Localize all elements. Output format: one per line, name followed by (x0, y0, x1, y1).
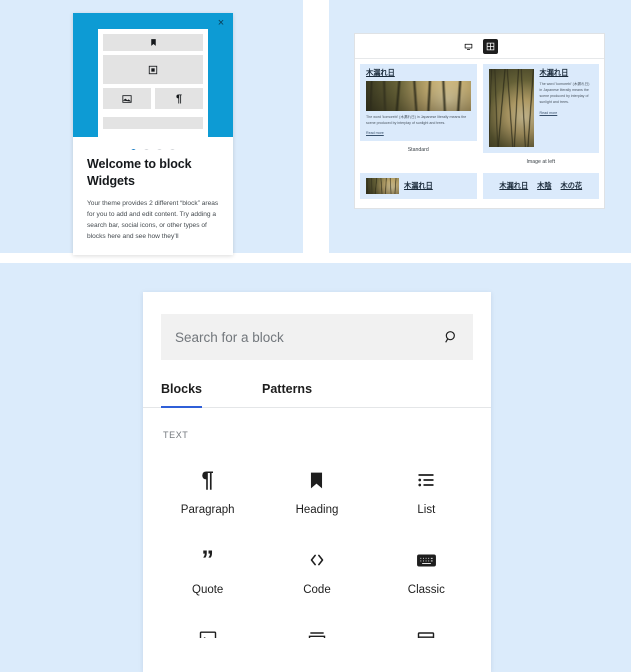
gallery-icon (416, 628, 436, 638)
heading-icon (307, 468, 326, 492)
paragraph-icon: ¶ (201, 467, 214, 492)
pattern-photo (366, 80, 471, 111)
patterns-view-toolbar[interactable] (355, 34, 604, 59)
pattern-link-2: 木陰 (537, 180, 552, 190)
block-item-quote[interactable]: ” Quote (153, 532, 262, 612)
pattern-photo (366, 178, 399, 194)
mock-block-extra (103, 117, 203, 129)
welcome-guide-text: Your theme provides 2 different “block” … (87, 199, 219, 241)
welcome-guide-modal: × ¶ Welcome to block Widgets Your theme … (73, 13, 233, 255)
tab-patterns[interactable]: Patterns (262, 382, 312, 407)
pattern-card-media-text[interactable]: 木漏れ日 (360, 173, 477, 199)
keyboard-icon (416, 548, 437, 572)
section-label-text: TEXT (163, 430, 189, 440)
patterns-row-bottom: 木漏れ日 木漏れ日 木陰 木の花 (360, 173, 599, 199)
widget-area-mock: ¶ (98, 29, 208, 149)
pattern-heading: 木漏れ日 (539, 68, 569, 77)
inserter-tabs[interactable]: Blocks Patterns (143, 382, 491, 408)
block-grid: ¶ Paragraph Heading List ” Quote Code Cl… (143, 440, 491, 638)
pattern-preview-standard: 木漏れ日 The word 'komorebi' (木漏れ日) in Japan… (360, 64, 477, 142)
mock-block-row: ¶ (103, 88, 203, 113)
list-view-icon[interactable] (461, 39, 476, 54)
patterns-grid: 木漏れ日 The word 'komorebi' (木漏れ日) in Japan… (355, 59, 604, 204)
pattern-preview-media-text: 木漏れ日 (360, 173, 477, 199)
pattern-card-image-left[interactable]: 木漏れ日 The word 'komorebi' (木漏れ日) in Japan… (482, 64, 599, 173)
welcome-guide-panel: × ¶ Welcome to block Widgets Your theme … (0, 0, 303, 255)
pattern-caption: Standard (407, 147, 429, 154)
pattern-preview-image-left: 木漏れ日 The word 'komorebi' (木漏れ日) in Japan… (482, 64, 599, 153)
welcome-guide-body: Welcome to block Widgets Your theme prov… (73, 154, 233, 243)
block-item-label: Quote (192, 584, 224, 596)
block-item-gallery[interactable]: Gallery (372, 612, 481, 638)
pattern-preview-three-links: 木漏れ日 木陰 木の花 (482, 173, 599, 199)
code-icon (306, 548, 328, 572)
image-icon (122, 94, 132, 103)
block-search-bar[interactable] (161, 314, 473, 360)
block-item-label: Code (303, 584, 331, 596)
mock-block-heading (103, 34, 203, 51)
patterns-preview-card: 木漏れ日 The word 'komorebi' (木漏れ日) in Japan… (354, 33, 605, 209)
block-item-code[interactable]: Code (262, 532, 371, 612)
block-inserter-panel: Blocks Patterns TEXT ¶ Paragraph Heading (0, 263, 631, 672)
list-icon (416, 468, 436, 492)
patterns-row-top: 木漏れ日 The word 'komorebi' (木漏れ日) in Japan… (360, 64, 599, 173)
tab-blocks[interactable]: Blocks (161, 382, 202, 408)
mock-block-paragraph: ¶ (155, 88, 203, 109)
read-more-link[interactable]: Read more (540, 111, 594, 115)
block-item-image[interactable]: Image (153, 612, 262, 638)
patterns-preview-panel: 木漏れ日 The word 'komorebi' (木漏れ日) in Japan… (329, 0, 631, 253)
search-input[interactable] (175, 329, 443, 345)
cover-icon (307, 628, 327, 638)
block-item-classic[interactable]: Classic (372, 532, 481, 612)
welcome-guide-title: Welcome to block Widgets (87, 157, 192, 189)
block-item-label: Heading (295, 504, 339, 516)
close-icon[interactable]: × (214, 16, 228, 30)
block-item-label: List (417, 504, 436, 516)
pattern-heading: 木漏れ日 (366, 68, 395, 77)
pattern-caption: Image at left (526, 159, 556, 165)
pattern-card-standard[interactable]: 木漏れ日 The word 'komorebi' (木漏れ日) in Japan… (360, 64, 477, 173)
welcome-guide-hero: × ¶ (73, 13, 233, 149)
block-item-list[interactable]: List (372, 452, 481, 532)
screenshot-root: × ¶ Welcome to block Widgets Your theme … (0, 0, 631, 672)
image-icon (198, 628, 218, 638)
quote-icon: ” (201, 545, 214, 574)
pattern-heading: 木漏れ日 (404, 180, 433, 190)
pattern-body: The word 'komorebi' (木漏れ日) in Japanese l… (366, 114, 467, 125)
grid-view-icon[interactable] (483, 38, 498, 54)
pattern-photo (488, 69, 534, 147)
block-inserter-card: Blocks Patterns TEXT ¶ Paragraph Heading (143, 292, 491, 672)
block-item-paragraph[interactable]: ¶ Paragraph (153, 452, 262, 532)
read-more-link[interactable]: Read more (366, 131, 471, 135)
mock-block-button (103, 55, 203, 84)
pattern-link-1: 木漏れ日 (499, 180, 529, 190)
block-item-cover[interactable]: Cover (262, 612, 371, 638)
pattern-card-three-links[interactable]: 木漏れ日 木陰 木の花 (482, 173, 599, 199)
pattern-body: The word 'komorebi' (木漏れ日) in Japanese l… (539, 81, 590, 105)
pattern-link-3: 木の花 (560, 180, 583, 190)
block-item-label: Classic (407, 584, 445, 596)
block-item-heading[interactable]: Heading (262, 452, 371, 532)
search-icon[interactable] (443, 329, 459, 345)
paragraph-icon: ¶ (175, 92, 183, 105)
heading-icon (150, 39, 156, 46)
block-item-label: Paragraph (180, 504, 235, 516)
button-icon (148, 65, 158, 74)
mock-block-image (103, 88, 151, 109)
